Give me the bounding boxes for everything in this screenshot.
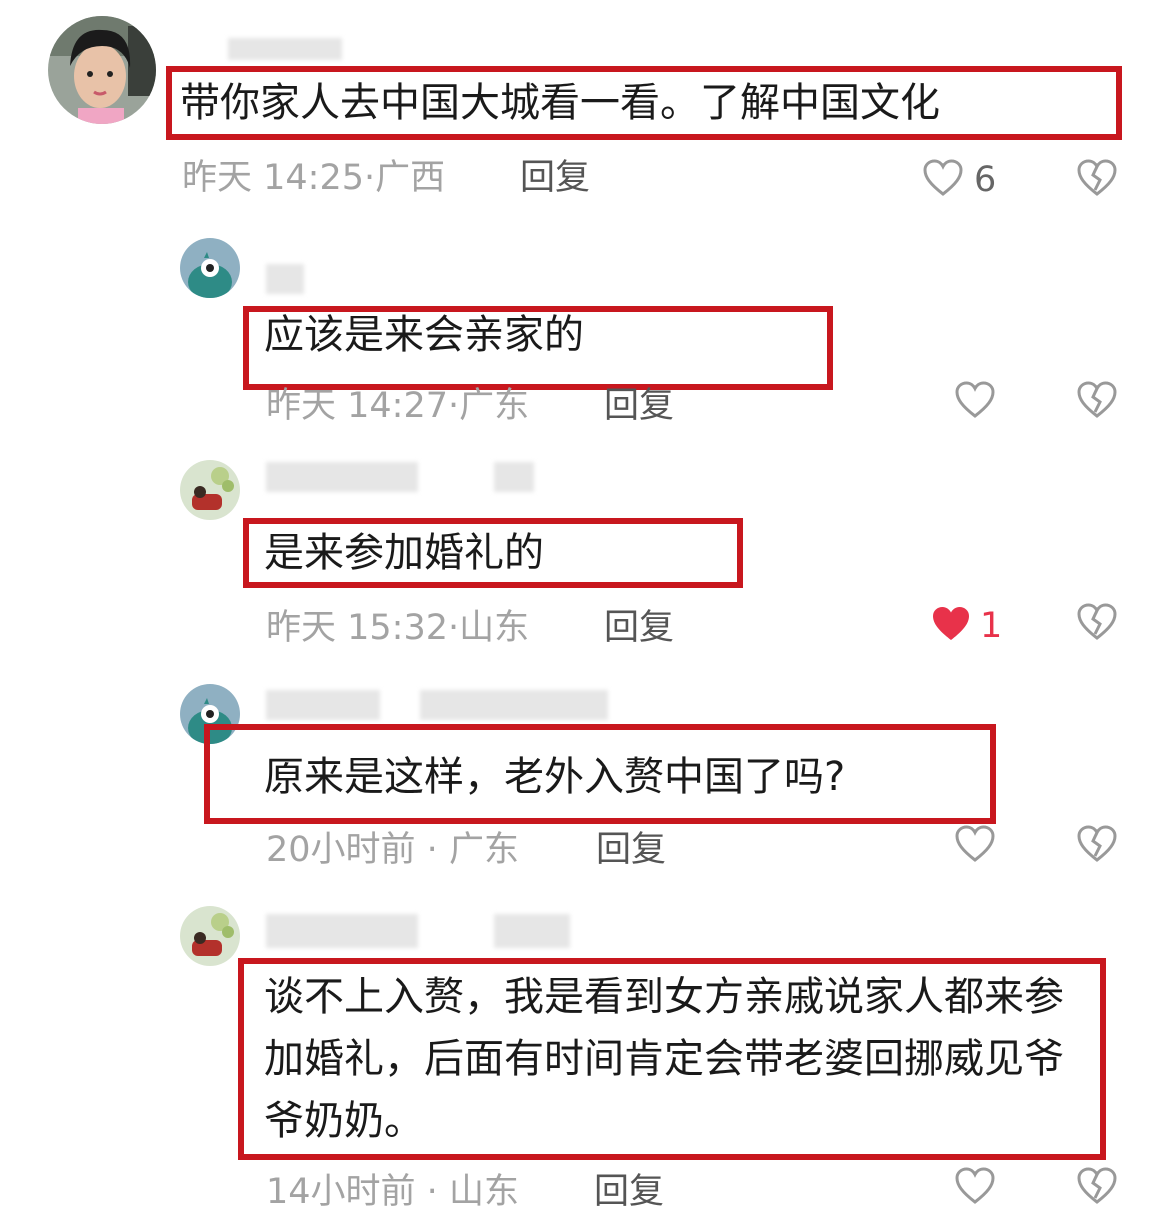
comment-meta: 昨天 14:25·广西: [182, 158, 445, 198]
avatar[interactable]: [180, 906, 240, 966]
comment-time: 14小时前: [266, 1172, 416, 1212]
comment-time: 昨天 14:25: [182, 158, 364, 198]
username-redacted: [228, 38, 342, 60]
heart-outline-icon[interactable]: [954, 824, 996, 864]
username-redacted: [420, 690, 608, 720]
heart-outline-icon[interactable]: [954, 1166, 996, 1206]
username-redacted: [266, 690, 380, 720]
reply-button[interactable]: 回复: [604, 608, 674, 648]
reply-button[interactable]: 回复: [596, 830, 666, 870]
broken-heart-icon[interactable]: [1076, 824, 1118, 864]
comment-time: 昨天 14:27: [266, 386, 448, 426]
username-redacted: [266, 914, 418, 948]
meta-separator: ·: [415, 1172, 449, 1212]
reply-button[interactable]: 回复: [604, 386, 674, 426]
broken-heart-icon[interactable]: [1076, 602, 1118, 642]
comment-text: 应该是来会亲家的: [264, 312, 584, 358]
comment-text: 谈不上入赘，我是看到女方亲戚说家人都来参加婚礼，后面有时间肯定会带老婆回挪威见爷…: [264, 974, 1064, 1144]
comment-location: 广东: [459, 386, 530, 426]
heart-outline-icon[interactable]: [922, 158, 964, 198]
comment-text: 原来是这样，老外入赘中国了吗?: [264, 754, 846, 800]
username-redacted: [494, 914, 570, 948]
comment-location: 山东: [459, 608, 530, 648]
comment-meta: 20小时前 · 广东: [266, 830, 519, 870]
username-redacted: [494, 462, 534, 492]
avatar[interactable]: [180, 238, 240, 298]
comment-text: 是来参加婚礼的: [264, 530, 544, 576]
heart-outline-icon[interactable]: [954, 380, 996, 420]
meta-separator: ·: [448, 386, 460, 426]
comment-text: 带你家人去中国大城看一看。了解中国文化: [180, 80, 940, 126]
broken-heart-icon[interactable]: [1076, 1166, 1118, 1206]
reply-button[interactable]: 回复: [594, 1172, 664, 1212]
meta-separator: ·: [364, 158, 376, 198]
username-redacted: [266, 264, 304, 294]
avatar[interactable]: [48, 16, 156, 124]
comment-time: 昨天 15:32: [266, 608, 448, 648]
avatar[interactable]: [180, 460, 240, 520]
reply-button[interactable]: 回复: [520, 158, 590, 198]
comment-location: 广西: [375, 158, 446, 198]
comment-location: 广东: [448, 830, 519, 870]
comment-meta: 昨天 15:32·山东: [266, 608, 529, 648]
avatar[interactable]: [180, 684, 240, 744]
comment-location: 山东: [448, 1172, 519, 1212]
like-count: 1: [980, 606, 1003, 646]
meta-separator: ·: [448, 608, 460, 648]
comment-time: 20小时前: [266, 830, 416, 870]
comment-meta: 昨天 14:27·广东: [266, 386, 529, 426]
broken-heart-icon[interactable]: [1076, 158, 1118, 198]
heart-filled-icon[interactable]: [930, 604, 972, 644]
broken-heart-icon[interactable]: [1076, 380, 1118, 420]
username-redacted: [266, 462, 418, 492]
meta-separator: ·: [415, 830, 449, 870]
like-count: 6: [974, 160, 997, 200]
comment-meta: 14小时前 · 山东: [266, 1172, 519, 1212]
